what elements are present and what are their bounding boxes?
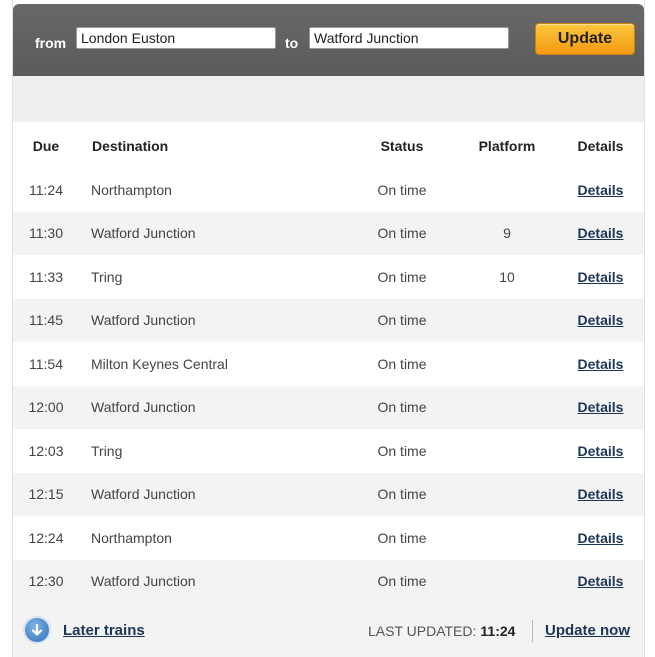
details-link[interactable]: Details — [578, 269, 624, 285]
details-cell: Details — [557, 168, 644, 212]
last-updated-text: LAST UPDATED: 11:24 — [368, 623, 515, 639]
due-cell: 12:00 — [13, 385, 79, 429]
destination-cell: Tring — [91, 442, 123, 459]
last-updated-label: LAST UPDATED: — [368, 623, 477, 639]
details-link[interactable]: Details — [578, 573, 624, 589]
platform-cell — [457, 298, 557, 342]
destination-cell: Watford Junction — [79, 385, 347, 429]
due-cell: 11:33 — [29, 268, 63, 285]
platform-cell — [457, 516, 557, 560]
platform-cell: 10 — [499, 268, 515, 285]
table-header-row: Due Destination Status Platform Details — [13, 124, 644, 168]
due-cell: 12:03 — [28, 442, 64, 459]
platform-cell — [457, 429, 557, 473]
status-cell: On time — [347, 472, 457, 516]
from-station-input[interactable] — [76, 27, 276, 49]
status-cell: On time — [347, 298, 457, 342]
due-cell: 11:45 — [13, 298, 79, 342]
details-cell: Details — [557, 516, 644, 560]
departures-table: Due Destination Status Platform Details … — [13, 124, 644, 603]
details-link[interactable]: Details — [578, 443, 624, 459]
details-link[interactable]: Details — [578, 182, 624, 198]
footer-divider — [532, 620, 533, 642]
table-row: 11:24 Northampton On time Details — [13, 168, 644, 212]
destination-cell: Milton Keynes Central — [91, 355, 228, 372]
due-cell: 12:30 — [13, 559, 79, 603]
details-cell: Details — [557, 385, 644, 429]
due-cell: 11:54 — [29, 355, 63, 372]
details-cell: Details — [557, 298, 644, 342]
header-status: Status — [380, 138, 424, 154]
status-cell: On time — [347, 211, 457, 255]
details-link[interactable]: Details — [578, 312, 624, 328]
details-cell: Details — [557, 472, 644, 516]
table-row: 12:30 Watford Junction On time Details — [13, 559, 644, 603]
due-cell: 11:30 — [13, 211, 79, 255]
to-label: to — [285, 35, 299, 51]
platform-cell — [457, 385, 557, 429]
platform-cell — [457, 472, 557, 516]
destination-cell: Northampton — [91, 181, 172, 198]
destination-cell: Tring — [91, 268, 123, 285]
arrow-down-circle-icon[interactable] — [25, 618, 49, 642]
platform-cell — [457, 342, 557, 386]
due-cell: 11:24 — [29, 181, 63, 198]
status-cell: On time — [377, 181, 427, 198]
details-link[interactable]: Details — [578, 356, 624, 372]
update-now-link[interactable]: Update now — [545, 622, 630, 639]
header-destination: Destination — [92, 138, 169, 154]
details-cell: Details — [557, 429, 644, 473]
status-cell: On time — [377, 268, 427, 285]
from-label: from — [35, 35, 67, 51]
table-row: 11:45 Watford Junction On time Details — [13, 298, 644, 342]
last-updated-time: 11:24 — [480, 623, 516, 639]
header-platform: Platform — [478, 138, 536, 154]
due-cell: 12:24 — [28, 529, 64, 546]
table-row: 12:15 Watford Junction On time Details — [13, 472, 644, 516]
platform-cell: 9 — [457, 211, 557, 255]
due-cell: 12:15 — [13, 472, 79, 516]
status-cell: On time — [377, 529, 427, 546]
later-trains-link[interactable]: Later trains — [63, 622, 145, 639]
footer-bar: Later trains LAST UPDATED: 11:24 Update n… — [13, 603, 644, 657]
details-cell: Details — [557, 342, 644, 386]
table-row: 11:30 Watford Junction On time 9 Details — [13, 211, 644, 255]
destination-cell: Watford Junction — [79, 298, 347, 342]
destination-cell: Northampton — [91, 529, 172, 546]
details-link[interactable]: Details — [578, 530, 624, 546]
destination-cell: Watford Junction — [79, 559, 347, 603]
platform-cell — [457, 559, 557, 603]
details-link[interactable]: Details — [578, 225, 624, 241]
details-link[interactable]: Details — [578, 399, 624, 415]
status-cell: On time — [377, 442, 427, 459]
table-row: 11:54 Milton Keynes Central On time Details — [13, 342, 644, 386]
status-cell: On time — [347, 559, 457, 603]
destination-cell: Watford Junction — [79, 211, 347, 255]
table-row: 11:33 Tring On time 10 Details — [13, 255, 644, 299]
departures-widget: from to Update Due Destination Status Pl… — [12, 0, 645, 657]
info-band — [13, 76, 644, 122]
update-button[interactable]: Update — [535, 23, 635, 55]
search-bar: from to Update — [13, 4, 644, 76]
status-cell: On time — [377, 355, 427, 372]
table-row: 12:03 Tring On time Details — [13, 429, 644, 473]
header-due: Due — [32, 138, 60, 154]
to-station-input[interactable] — [309, 27, 509, 49]
details-cell: Details — [557, 559, 644, 603]
table-row: 12:24 Northampton On time Details — [13, 516, 644, 560]
table-row: 12:00 Watford Junction On time Details — [13, 385, 644, 429]
header-details: Details — [577, 138, 624, 154]
details-link[interactable]: Details — [578, 486, 624, 502]
destination-cell: Watford Junction — [79, 472, 347, 516]
status-cell: On time — [347, 385, 457, 429]
platform-cell — [457, 168, 557, 212]
details-cell: Details — [557, 255, 644, 299]
details-cell: Details — [557, 211, 644, 255]
